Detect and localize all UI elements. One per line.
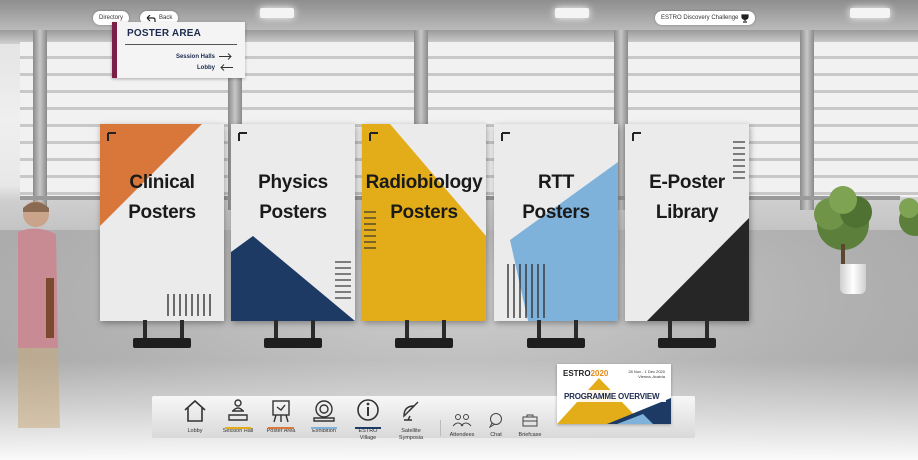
programme-overview-card[interactable]: ESTRO2020 28 Nov - 1 Dec 2020 Vienna, Aus… xyxy=(557,364,671,424)
programme-title: PROGRAMME OVERVIEW xyxy=(564,392,660,401)
poster-title-line2: Library xyxy=(655,202,719,223)
pillar xyxy=(800,30,814,210)
satellite-line2: Symposia xyxy=(398,435,424,441)
plant-pot xyxy=(840,264,866,294)
sign-title: POSTER AREA xyxy=(127,28,202,39)
programme-date: 28 Nov - 1 Dec 2020 Vienna, Austria xyxy=(628,369,665,379)
poster-title-line2: Posters xyxy=(259,202,327,223)
house-icon xyxy=(184,399,206,422)
toolbar-session-hall[interactable]: Session Hall xyxy=(215,398,261,435)
toolbar-exhibition[interactable]: Exhibition xyxy=(301,398,347,435)
toolbar-attendees[interactable]: Attendees xyxy=(444,412,480,439)
poster-title: E-Poster Library xyxy=(625,168,749,228)
poster-title-line1: RTT xyxy=(537,172,575,193)
poster-title-line2: Posters xyxy=(128,202,196,223)
toolbar-satellite-symposia-label: Satellite Symposia xyxy=(388,428,434,442)
toolbar-separator xyxy=(440,420,441,436)
ceiling-light xyxy=(260,8,294,18)
toolbar-chat-label: Chat xyxy=(490,432,502,438)
toolbar-satellite-symposia[interactable]: Satellite Symposia xyxy=(388,398,434,442)
trophy-icon xyxy=(741,13,749,23)
toolbar-briefcase[interactable]: Briefcase xyxy=(512,412,548,439)
toolbar-underline xyxy=(268,427,294,429)
toolbar-poster-area[interactable]: Poster Area xyxy=(258,398,304,435)
ceiling-light xyxy=(850,8,890,18)
poster-title-line1: Physics xyxy=(258,172,328,193)
poster-title-line1: Radiobiology xyxy=(365,172,483,193)
estro-village-line2: Village xyxy=(359,435,377,441)
toolbar-estro-village-label: ESTRO Village xyxy=(345,428,391,442)
presenter-icon xyxy=(228,399,248,421)
toolbar-estro-village[interactable]: ESTRO Village xyxy=(345,398,391,442)
toolbar-lobby-label: Lobby xyxy=(187,428,203,434)
visitor-figure xyxy=(18,201,60,428)
ceiling-light xyxy=(555,8,589,18)
toolbar-underline xyxy=(311,427,337,429)
toolbar-lobby[interactable]: Lobby xyxy=(172,398,218,435)
stand-base xyxy=(658,338,716,348)
people-icon xyxy=(452,414,472,427)
toolbar-briefcase-label: Briefcase xyxy=(518,432,542,438)
estro-logo: ESTRO2020 xyxy=(563,369,608,378)
stand-base xyxy=(395,338,453,348)
poster-title-line1: Clinical xyxy=(129,172,195,193)
poster-title: RTT Posters xyxy=(494,168,618,228)
scanner-icon xyxy=(313,400,335,422)
poster-board-rtt[interactable]: RTT Posters xyxy=(494,124,618,321)
toolbar-underline xyxy=(355,427,381,429)
toolbar-session-hall-label: Session Hall xyxy=(222,428,254,434)
poster-board-radiobiology[interactable]: Radiobiology Posters xyxy=(362,124,486,321)
pillar xyxy=(33,30,47,210)
chat-icon xyxy=(488,413,502,428)
poster-title-line1: E-Poster xyxy=(649,172,725,193)
poster-board-clinical[interactable]: Clinical Posters xyxy=(100,124,224,321)
arrow-left-icon xyxy=(220,64,233,71)
logo-text-a: ESTRO xyxy=(563,369,591,378)
logo-text-b: 2020 xyxy=(590,369,609,378)
stand-base xyxy=(527,338,585,348)
sign-row-session-halls[interactable]: Session Halls xyxy=(176,53,233,60)
toolbar-poster-area-label: Poster Area xyxy=(266,428,296,434)
info-icon xyxy=(357,399,379,421)
satellite-line1: Satellite xyxy=(401,428,421,434)
challenge-label: ESTRO Discovery Challenge xyxy=(661,15,739,21)
poster-title-line2: Posters xyxy=(390,202,458,223)
briefcase-icon xyxy=(522,414,538,427)
poster-title: Physics Posters xyxy=(231,168,355,228)
toolbar-underline xyxy=(225,427,251,429)
sign-lobby-label: Lobby xyxy=(197,64,215,71)
easel-icon xyxy=(272,400,290,423)
satellite-icon xyxy=(403,401,419,421)
plant xyxy=(899,198,918,236)
stand-base xyxy=(264,338,322,348)
arrow-right-icon xyxy=(219,53,232,60)
toolbar-chat[interactable]: Chat xyxy=(478,412,514,439)
stand-base xyxy=(133,338,191,348)
back-arrow-icon xyxy=(146,14,156,22)
poster-board-eposter-library[interactable]: E-Poster Library xyxy=(625,124,749,321)
virtual-hall-scene: Directory Back ESTRO Discovery Challenge… xyxy=(0,0,918,460)
sign-divider xyxy=(125,44,237,45)
discovery-challenge-button[interactable]: ESTRO Discovery Challenge xyxy=(655,11,756,25)
toolbar-attendees-label: Attendees xyxy=(449,432,475,438)
plant xyxy=(814,186,872,268)
sign-row-lobby[interactable]: Lobby xyxy=(197,64,233,71)
poster-board-physics[interactable]: Physics Posters xyxy=(231,124,355,321)
poster-title-line2: Posters xyxy=(522,202,590,223)
poster-title: Radiobiology Posters xyxy=(362,168,486,228)
programme-date-line2: Vienna, Austria xyxy=(638,374,665,379)
sign-session-halls-label: Session Halls xyxy=(175,53,215,60)
toolbar-exhibition-label: Exhibition xyxy=(312,428,336,434)
poster-title: Clinical Posters xyxy=(100,168,224,228)
poster-area-sign: POSTER AREA Session Halls Lobby xyxy=(112,22,245,78)
